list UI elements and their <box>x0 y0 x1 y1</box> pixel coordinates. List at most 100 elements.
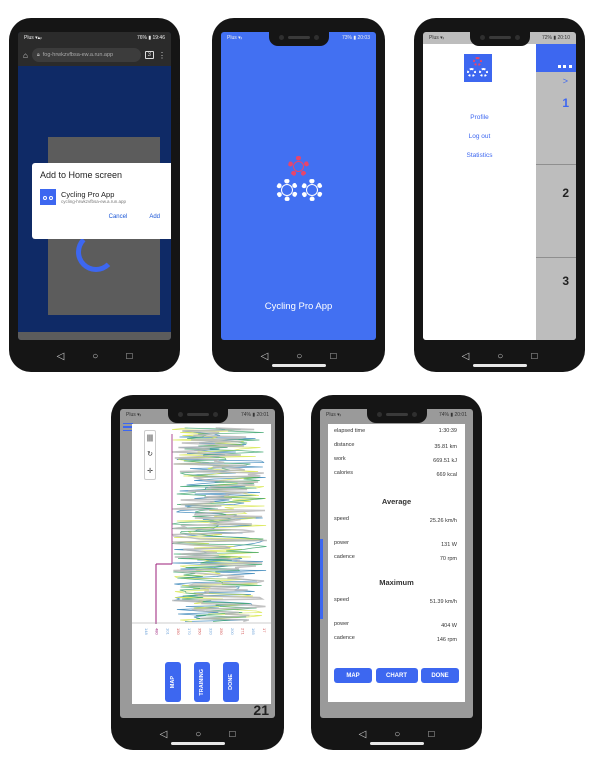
recents-icon[interactable]: □ <box>428 729 434 740</box>
app-title: Cycling Pro App <box>264 301 333 312</box>
refresh-icon[interactable]: ↻ <box>147 450 153 458</box>
chart-toolbar: ||| ↻ ✛ <box>144 430 156 480</box>
white-gear-left-icon <box>276 179 298 201</box>
training-button[interactable]: TRAINING <box>193 662 210 702</box>
row-number: 1 <box>562 96 569 110</box>
nav-bar: ◁ ○ □ <box>9 340 180 372</box>
stat-row: cadence 146 rpm <box>334 635 457 643</box>
pink-gear-icon <box>288 156 309 177</box>
more-menu-icon[interactable]: ⋮ <box>158 51 166 60</box>
stats-action-buttons: MAP CHART DONE <box>334 668 459 683</box>
back-icon[interactable]: ◁ <box>359 729 367 740</box>
dialog-title: Add to Home screen <box>40 170 123 180</box>
average-heading: Average <box>381 497 412 506</box>
home-circle-icon[interactable]: ○ <box>195 729 201 740</box>
home-circle-icon[interactable]: ○ <box>394 729 400 740</box>
add-to-home-dialog: Add to Home screen Cycling Pro App cycli… <box>32 163 171 239</box>
menu-profile[interactable]: Profile <box>423 114 536 121</box>
chart-action-buttons: MAP TRAINING DONE <box>132 662 271 702</box>
map-button[interactable]: MAP <box>164 662 181 702</box>
stat-row: calories 669 kcal <box>334 470 457 478</box>
cancel-button[interactable]: Cancel <box>109 214 128 220</box>
status-right: 74% ▮ 20:01 <box>240 412 269 418</box>
back-icon[interactable]: ◁ <box>462 351 470 362</box>
status-left: Plus ▾ᵢₗ <box>429 35 445 41</box>
menu-logout[interactable]: Log out <box>423 133 536 140</box>
row-number: 3 <box>562 274 569 288</box>
white-gear-right-icon <box>301 179 323 201</box>
right-panel: 1 2 3 <box>536 90 576 340</box>
row-number: 21 <box>253 702 269 718</box>
map-button[interactable]: MAP <box>334 668 372 683</box>
done-button[interactable]: DONE <box>421 668 459 683</box>
menu-statistics[interactable]: Statistics <box>423 152 536 159</box>
stat-row: elapsed time 1:30:39 <box>334 428 457 434</box>
url-field[interactable]: 🔒︎ fog-hrwkzvfbsa-ew.a.run.app <box>31 48 141 62</box>
tab-count-button[interactable]: 3 <box>144 51 154 59</box>
bottom-strip <box>18 332 171 340</box>
nav-bar: ◁ ○ □ <box>311 718 482 750</box>
home-circle-icon[interactable]: ○ <box>497 351 503 362</box>
status-right: 74% ▮ 20:01 <box>438 412 467 418</box>
axis-label: 271 <box>240 628 246 635</box>
stat-row: power 404 W <box>334 621 457 629</box>
back-icon[interactable]: ◁ <box>261 351 269 362</box>
stats-panel: elapsed time 1:30:39 distance 35.81 km wor… <box>328 424 465 702</box>
bars-tool-icon[interactable]: ||| <box>147 435 153 442</box>
stat-row: speed 51.39 km/h <box>334 597 457 605</box>
axis-label: 200 <box>229 628 235 635</box>
status-right: 72% ▮ 20:10 <box>541 35 570 41</box>
status-left: Plus ▾▴ᵢₗ <box>24 35 42 41</box>
axis-label: 148 <box>144 628 149 635</box>
row-number: 2 <box>562 186 569 200</box>
mini-gear-icon <box>558 58 572 68</box>
done-button[interactable]: DONE <box>222 662 239 702</box>
stat-row: distance 35.81 km <box>334 442 457 450</box>
status-bar: Plus ▾▴ᵢₗ 76% ▮ 19:46 <box>18 32 171 44</box>
chevron-right-icon[interactable]: > <box>563 76 568 86</box>
axis-label: 170 <box>186 628 192 635</box>
recents-icon[interactable]: □ <box>229 729 235 740</box>
axis-label: 250 <box>219 628 225 635</box>
screen: Plus ▾▴ᵢₗ 76% ▮ 19:46 ⌂ 🔒︎ fog-hrwkzvfbs… <box>18 32 171 340</box>
stat-row: speed 25.26 km/h <box>334 516 457 524</box>
app-name: Cycling Pro App <box>61 190 115 199</box>
phone-menu: Plus ▾ᵢₗ 72% ▮ 20:10 > 1 2 3 Profile Log… <box>414 18 585 372</box>
chart-button[interactable]: CHART <box>375 668 418 683</box>
axis-label: 350 <box>197 628 203 635</box>
phone-chart: Plus ▾ᵢₗ 74% ▮ 20:01 ||| ↻ ✛ 148 480 101… <box>111 395 284 750</box>
drawer-app-icon <box>464 54 492 82</box>
axis-labels: 148 480 101 150 170 350 320 250 200 271 … <box>144 628 267 658</box>
back-icon[interactable]: ◁ <box>57 351 65 362</box>
screen: Plus ▾ᵢₗ 74% ▮ 20:01 ||| ↻ ✛ 148 480 101… <box>120 409 275 718</box>
screen: Plus ▾ᵢₗ 74% ▮ 20:01 elapsed time 1:30:39… <box>320 409 473 718</box>
phone-statistics: Plus ▾ᵢₗ 74% ▮ 20:01 elapsed time 1:30:39… <box>311 395 482 750</box>
axis-label: 480 <box>154 628 160 635</box>
move-icon[interactable]: ✛ <box>147 467 153 475</box>
lock-icon: 🔒︎ <box>36 51 40 58</box>
axis-label: 165 <box>251 628 257 635</box>
add-button[interactable]: Add <box>149 214 160 220</box>
axis-label: 101 <box>165 628 171 635</box>
nav-drawer: Profile Log out Statistics <box>423 44 536 340</box>
recents-icon[interactable]: □ <box>126 351 132 362</box>
recents-icon[interactable]: □ <box>531 351 537 362</box>
left-blue-strip <box>320 539 323 619</box>
back-icon[interactable]: ◁ <box>160 729 168 740</box>
home-circle-icon[interactable]: ○ <box>92 351 98 362</box>
home-circle-icon[interactable]: ○ <box>296 351 302 362</box>
nav-bar: ◁ ○ □ <box>111 718 284 750</box>
browser-url-bar: ⌂ 🔒︎ fog-hrwkzvfbsa-ew.a.run.app 3 ⋮ <box>18 44 171 66</box>
nav-bar: ◁ ○ □ <box>212 340 385 372</box>
app-url: cycling-hrwkzvfbsa-ew.a.run.app <box>61 199 127 204</box>
app-icon <box>40 189 56 205</box>
screen: Plus ▾ᵢₗ 72% ▮ 20:10 > 1 2 3 Profile Log… <box>423 32 576 340</box>
axis-label: 320 <box>208 628 214 635</box>
screen: Plus ▾ᵢₗ 73% ▮ 20:03 Cycling Pro App <box>221 32 376 340</box>
axis-label: 17 <box>261 628 267 633</box>
home-icon[interactable]: ⌂ <box>23 51 28 60</box>
stat-row: cadence 70 rpm <box>334 554 457 562</box>
recents-icon[interactable]: □ <box>330 351 336 362</box>
nav-bar: ◁ ○ □ <box>414 340 585 372</box>
status-left: Plus ▾ᵢₗ <box>126 412 142 418</box>
